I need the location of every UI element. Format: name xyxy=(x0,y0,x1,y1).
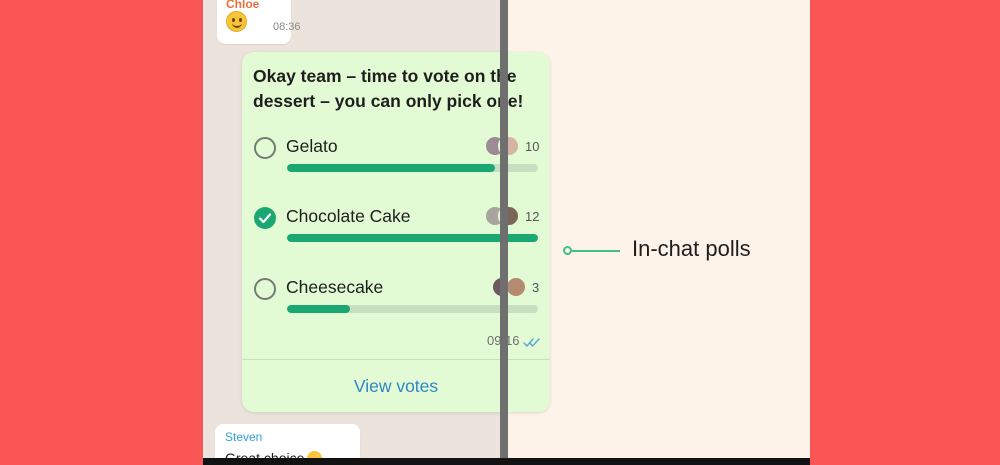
poll-question: Okay team – time to vote on the dessert … xyxy=(253,66,524,111)
radio-unchecked-icon[interactable] xyxy=(254,278,276,300)
sender-name: Steven xyxy=(225,430,263,444)
poll-option-label: Gelato xyxy=(286,136,338,156)
vote-progress-fill xyxy=(287,305,350,313)
radio-unchecked-icon[interactable] xyxy=(254,137,276,159)
grinning-face-emoji-icon xyxy=(226,11,247,32)
sender-name: Chloe xyxy=(226,0,260,11)
chat-screen: Chloe 08:36 Okay team – time to vote on … xyxy=(203,0,550,465)
avatar xyxy=(505,276,527,298)
message-bubble-chloe: Chloe 08:36 xyxy=(217,0,301,44)
bottom-bar xyxy=(203,458,810,465)
vote-count: 12 xyxy=(525,209,540,224)
double-check-read-icon xyxy=(523,335,541,353)
vote-progress-fill xyxy=(287,164,496,172)
vote-count: 10 xyxy=(525,139,540,154)
poll-option-label: Chocolate Cake xyxy=(286,206,411,226)
checkmark-circle-icon[interactable] xyxy=(254,207,276,229)
message-time: 08:36 xyxy=(273,21,301,33)
poll-option-label: Cheesecake xyxy=(286,277,384,297)
promo-panel: Chloe 08:36 Okay team – time to vote on … xyxy=(203,0,810,465)
callout-dot-icon xyxy=(563,246,572,255)
vote-count: 3 xyxy=(532,280,540,295)
callout-label: In-chat polls xyxy=(632,236,751,261)
phone-frame-edge xyxy=(500,0,508,465)
callout-line xyxy=(572,250,620,252)
